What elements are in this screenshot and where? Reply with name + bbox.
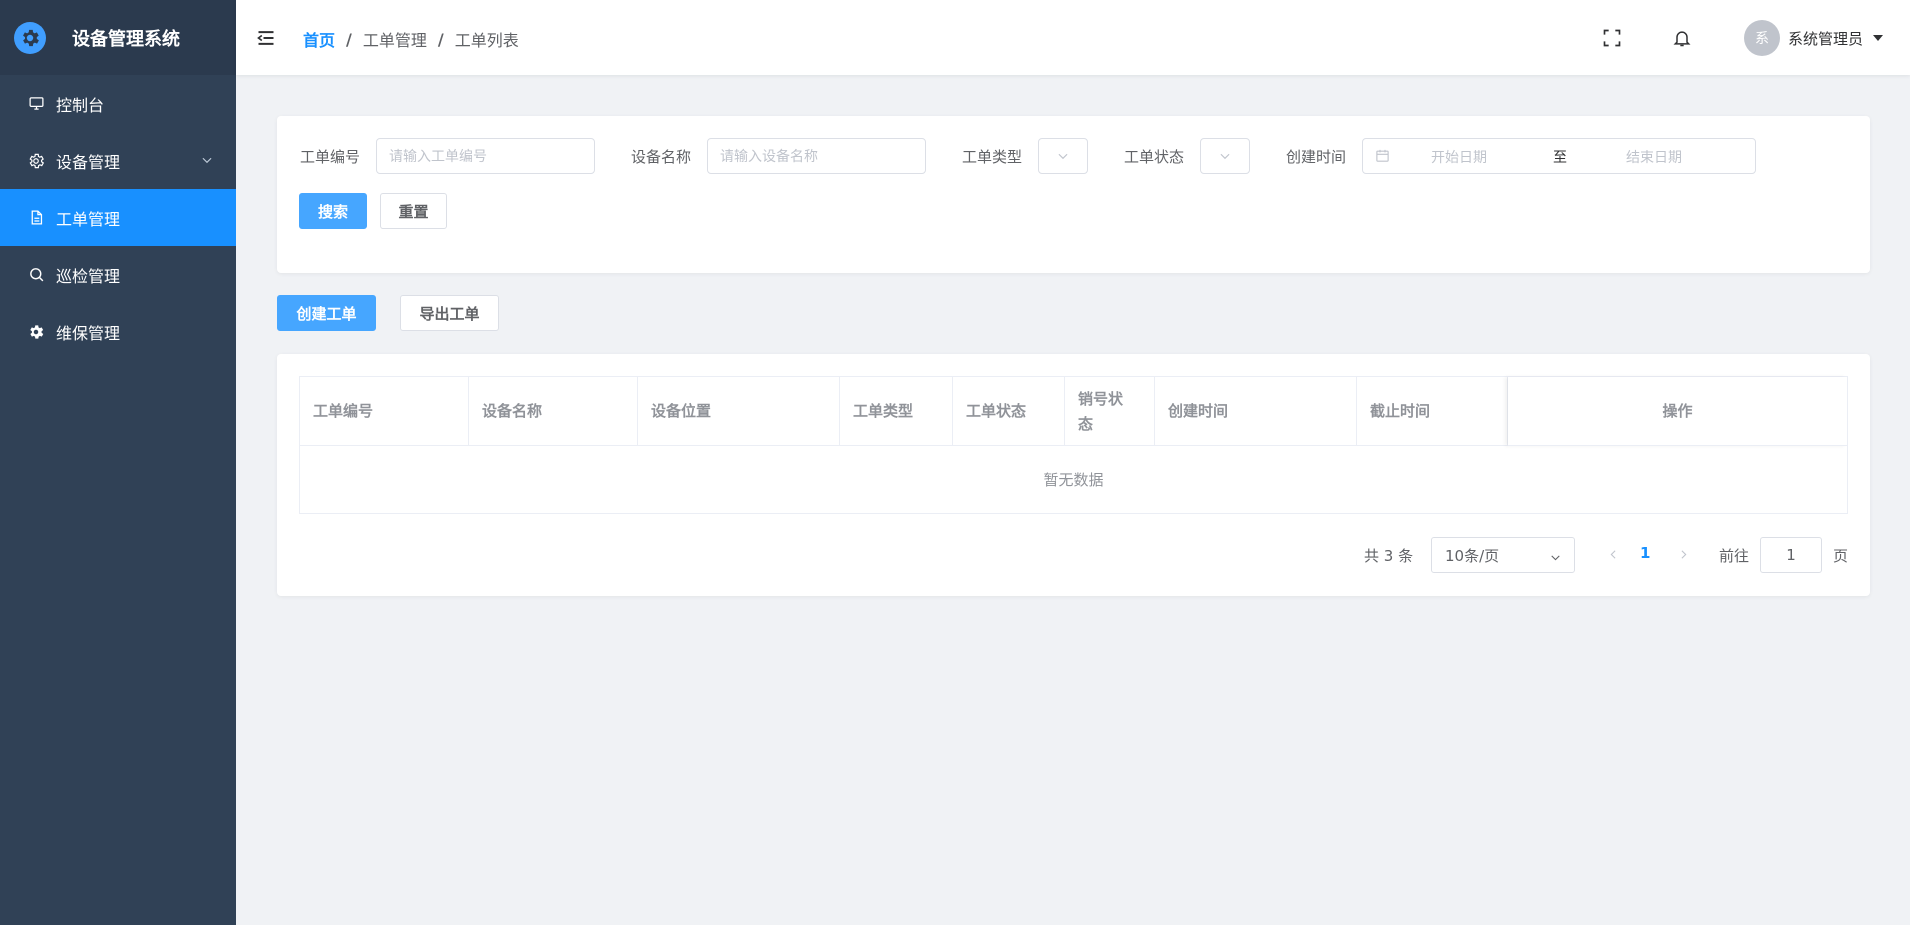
created-time-range[interactable]: 开始日期 至 结束日期 bbox=[1362, 138, 1756, 174]
menu-toggle-icon[interactable] bbox=[256, 28, 276, 48]
column-header: 工单状态 bbox=[953, 377, 1065, 446]
start-date-input[interactable]: 开始日期 bbox=[1431, 147, 1487, 167]
page-suffix-label: 页 bbox=[1833, 547, 1849, 565]
column-header: 工单类型 bbox=[840, 377, 953, 446]
column-header: 设备名称 bbox=[469, 377, 638, 446]
gear-solid-icon bbox=[27, 323, 45, 341]
chevron-down-icon bbox=[1058, 153, 1068, 160]
user-name: 系统管理员 bbox=[1788, 29, 1864, 48]
search-form-card: 工单编号 请输入工单编号 设备名称 请输入设备名称 工单类型 工单状态 创建时间… bbox=[277, 116, 1870, 273]
range-separator: 至 bbox=[1553, 150, 1567, 166]
sidebar-item-label: 控制台 bbox=[56, 95, 105, 115]
column-header: 操作 bbox=[1508, 377, 1847, 446]
order-status-select[interactable] bbox=[1200, 138, 1250, 174]
page-number-current[interactable]: 1 bbox=[1640, 544, 1650, 562]
breadcrumb-separator: / bbox=[346, 29, 352, 49]
document-icon bbox=[27, 209, 45, 227]
reset-button[interactable]: 重置 bbox=[380, 193, 447, 229]
goto-label: 前往 bbox=[1719, 547, 1750, 565]
device-name-label: 设备名称 bbox=[631, 148, 692, 166]
order-status-label: 工单状态 bbox=[1124, 148, 1185, 166]
empty-state: 暂无数据 bbox=[1043, 471, 1104, 489]
brand: 设备管理系统 bbox=[0, 0, 236, 75]
monitor-icon bbox=[27, 95, 45, 113]
order-no-input[interactable]: 请输入工单编号 bbox=[376, 138, 595, 174]
calendar-icon bbox=[1375, 148, 1390, 167]
sidebar-item-label: 工单管理 bbox=[56, 209, 121, 229]
search-button[interactable]: 搜索 bbox=[299, 193, 367, 229]
chevron-down-icon bbox=[1549, 550, 1562, 568]
gear-outline-icon bbox=[27, 152, 45, 170]
chevron-down-icon bbox=[200, 152, 214, 171]
sidebar-item-inspection[interactable]: 巡检管理 bbox=[0, 246, 236, 303]
app-title: 设备管理系统 bbox=[72, 28, 180, 50]
sidebar-item-label: 巡检管理 bbox=[56, 266, 121, 286]
top-header: 首页 / 工单管理 / 工单列表 系 系统管理员 bbox=[236, 0, 1910, 75]
caret-down-icon bbox=[1873, 35, 1884, 41]
breadcrumb-work-orders: 工单管理 bbox=[362, 31, 427, 50]
export-order-button[interactable]: 导出工单 bbox=[400, 295, 499, 331]
table-card: 工单编号 设备名称 设备位置 工单类型 工单状态 销号状态 创建时间 截止时间 … bbox=[277, 354, 1870, 596]
order-type-label: 工单类型 bbox=[962, 148, 1023, 166]
column-header: 工单编号 bbox=[300, 377, 469, 446]
chevron-right-icon[interactable] bbox=[1677, 547, 1690, 565]
breadcrumb-separator: / bbox=[437, 29, 444, 49]
user-menu[interactable]: 系 系统管理员 bbox=[1744, 20, 1884, 56]
sidebar-item-dashboard[interactable]: 控制台 bbox=[0, 75, 236, 132]
order-type-select[interactable] bbox=[1038, 138, 1088, 174]
order-no-label: 工单编号 bbox=[300, 148, 361, 166]
work-order-table: 工单编号 设备名称 设备位置 工单类型 工单状态 销号状态 创建时间 截止时间 … bbox=[299, 376, 1848, 514]
column-header: 截止时间 bbox=[1357, 377, 1508, 446]
pagination-total: 共 3 条 bbox=[1364, 547, 1414, 565]
end-date-input[interactable]: 结束日期 bbox=[1626, 147, 1682, 167]
created-time-label: 创建时间 bbox=[1286, 148, 1347, 166]
pagination: 共 3 条 10条/页 1 前往 1 页 bbox=[277, 537, 1870, 573]
sidebar-item-device-management[interactable]: 设备管理 bbox=[0, 132, 236, 189]
create-order-button[interactable]: 创建工单 bbox=[277, 295, 376, 331]
sidebar-item-maintenance[interactable]: 维保管理 bbox=[0, 303, 236, 360]
sidebar: 设备管理系统 控制台 设备管理 工单管理 巡检管理 维保管理 bbox=[0, 0, 236, 925]
sidebar-item-work-orders[interactable]: 工单管理 bbox=[0, 189, 236, 246]
sidebar-item-label: 维保管理 bbox=[56, 323, 121, 343]
goto-page-input[interactable]: 1 bbox=[1760, 537, 1822, 573]
breadcrumb-current: 工单列表 bbox=[454, 31, 519, 50]
column-header: 创建时间 bbox=[1155, 377, 1357, 446]
chevron-left-icon[interactable] bbox=[1607, 547, 1620, 565]
breadcrumb: 首页 / 工单管理 / 工单列表 bbox=[303, 27, 519, 51]
column-header: 设备位置 bbox=[638, 377, 840, 446]
table-header: 工单编号 设备名称 设备位置 工单类型 工单状态 销号状态 创建时间 截止时间 … bbox=[300, 377, 1847, 446]
page-size-select[interactable]: 10条/页 bbox=[1431, 537, 1575, 573]
page-size-value: 10条/页 bbox=[1445, 546, 1500, 565]
avatar: 系 bbox=[1744, 20, 1780, 56]
chevron-down-icon bbox=[1220, 153, 1230, 160]
sidebar-item-label: 设备管理 bbox=[56, 152, 121, 172]
column-header: 销号状态 bbox=[1065, 377, 1155, 446]
breadcrumb-home[interactable]: 首页 bbox=[303, 27, 335, 51]
bell-icon[interactable] bbox=[1671, 27, 1693, 49]
fullscreen-icon[interactable] bbox=[1601, 27, 1623, 49]
search-icon bbox=[27, 266, 45, 284]
device-name-input[interactable]: 请输入设备名称 bbox=[707, 138, 926, 174]
gear-logo-icon bbox=[14, 21, 46, 54]
